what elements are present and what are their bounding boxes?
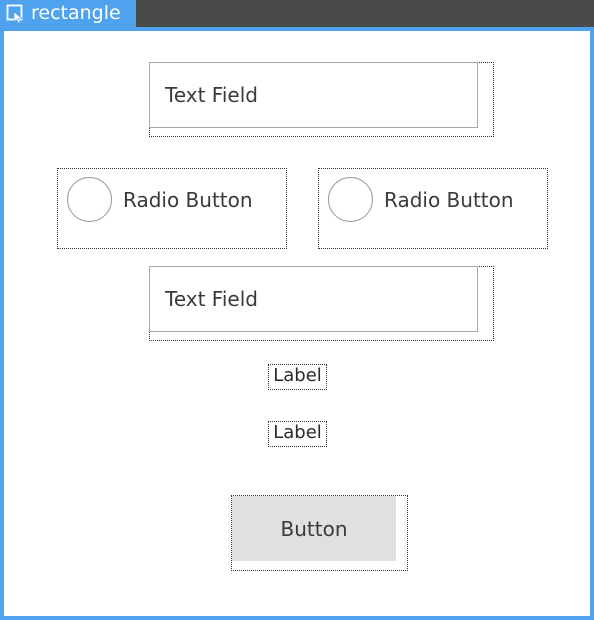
text-field-1-value: Text Field [165, 83, 258, 107]
radio-button-1[interactable]: Radio Button [67, 177, 253, 222]
text-field-1[interactable]: Text Field [149, 62, 478, 128]
window-frame: Text Field Radio Button Radio Button Tex… [0, 27, 594, 620]
label-1: Label [273, 365, 322, 386]
radio-2-label: Radio Button [384, 187, 514, 212]
text-field-2-value: Text Field [165, 287, 258, 311]
window-select-icon [6, 4, 23, 23]
radio-1-label: Radio Button [123, 187, 253, 212]
window-title-tab[interactable]: rectangle [0, 0, 136, 27]
text-field-2[interactable]: Text Field [149, 266, 478, 332]
window-title: rectangle [31, 2, 121, 24]
button[interactable]: Button [232, 496, 396, 561]
radio-1-circle[interactable] [67, 177, 112, 222]
radio-button-2[interactable]: Radio Button [328, 177, 514, 222]
radio-2-circle[interactable] [328, 177, 373, 222]
button-label: Button [280, 516, 348, 541]
window-titlebar: rectangle [0, 0, 594, 27]
label-2: Label [273, 422, 322, 443]
